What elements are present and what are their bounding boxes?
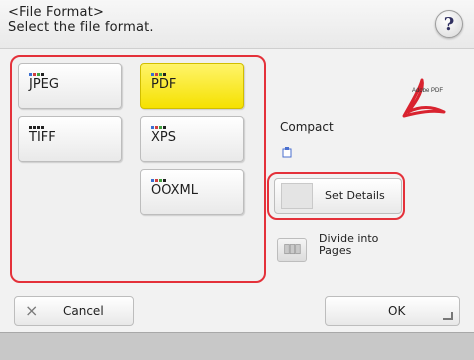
cancel-button[interactable]: × Cancel (14, 296, 134, 326)
close-icon: × (25, 301, 39, 320)
compact-indicator-icon (282, 147, 292, 158)
divide-into-pages-label: Divide into Pages (319, 232, 379, 257)
set-details-button[interactable]: Set Details (274, 178, 402, 214)
format-label: XPS (151, 130, 176, 145)
format-button-ooxml[interactable]: OOXML (140, 169, 244, 215)
format-selection-group: JPEG PDF TIFF XPS OOXML (10, 55, 266, 283)
adobe-logo-text: Adobe PDF (412, 88, 443, 94)
return-arrow-icon (443, 312, 453, 320)
image-format-icon (29, 73, 45, 76)
screen-instruction: Select the file format. (8, 20, 154, 35)
document-format-icon (151, 126, 167, 129)
format-button-tiff[interactable]: TIFF (18, 116, 122, 162)
status-bar (0, 332, 474, 360)
set-details-label: Set Details (325, 189, 385, 202)
document-format-icon (151, 179, 167, 182)
document-format-icon (151, 73, 167, 76)
pages-grid-icon (284, 244, 301, 255)
format-label: OOXML (151, 183, 198, 198)
file-format-screen: <File Format> Select the file format. ? … (0, 0, 474, 360)
compact-label: Compact (280, 120, 334, 134)
image-format-icon (29, 126, 45, 129)
format-button-xps[interactable]: XPS (140, 116, 244, 162)
screen-title: <File Format> (8, 5, 105, 20)
adobe-pdf-logo-icon: Adobe PDF (402, 78, 446, 118)
ok-button[interactable]: OK (325, 296, 460, 326)
format-button-jpeg[interactable]: JPEG (18, 63, 122, 109)
help-button[interactable]: ? (435, 10, 463, 38)
ok-label: OK (388, 304, 406, 318)
format-label: PDF (151, 77, 177, 92)
header-bar: <File Format> Select the file format. ? (0, 0, 474, 49)
pages-split-icon (277, 238, 307, 262)
format-label: TIFF (29, 130, 56, 145)
settings-panel-icon (281, 183, 313, 209)
divide-into-pages-button[interactable]: Divide into Pages (277, 232, 397, 268)
format-label: JPEG (29, 77, 59, 92)
format-button-pdf[interactable]: PDF (140, 63, 244, 109)
cancel-label: Cancel (63, 304, 104, 318)
